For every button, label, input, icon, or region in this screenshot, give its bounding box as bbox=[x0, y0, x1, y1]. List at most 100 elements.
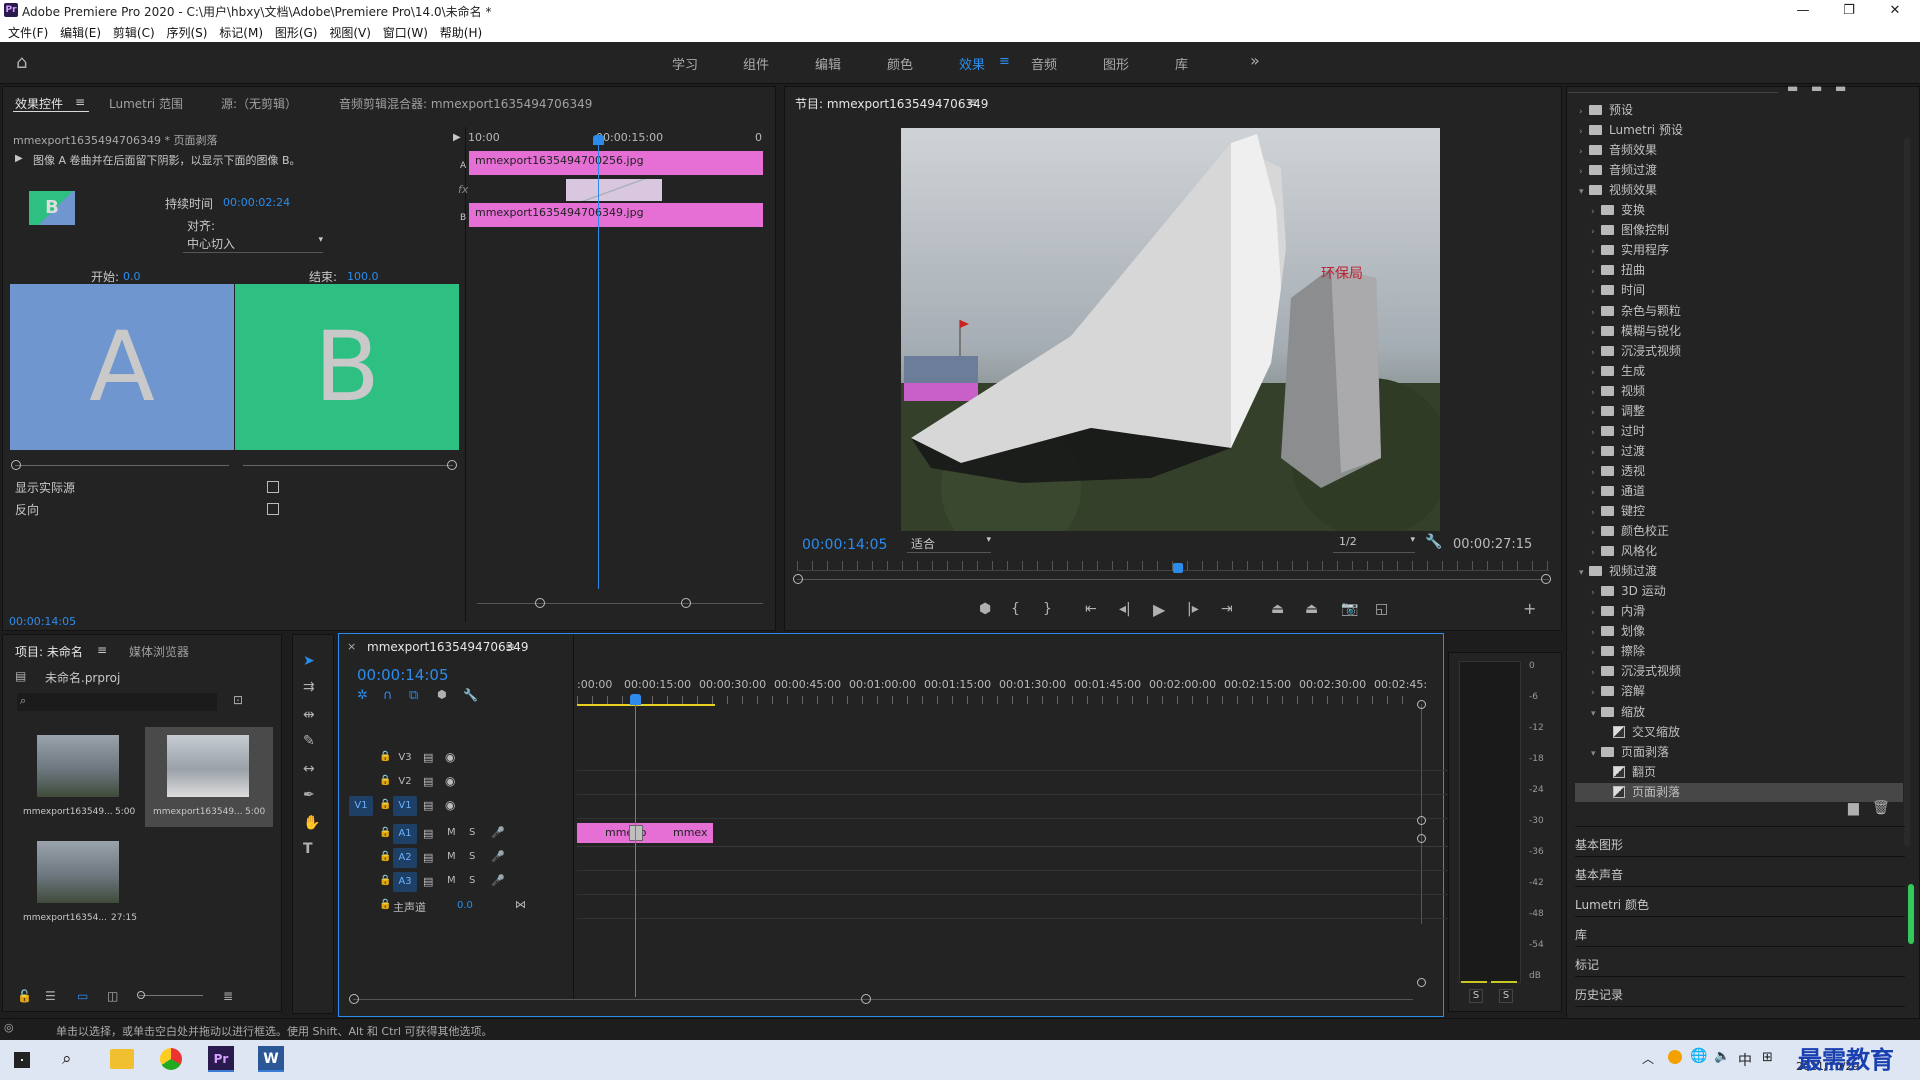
new-bin-search-icon[interactable]: ⊡ bbox=[233, 693, 243, 707]
effects-tree-item[interactable]: › 通道 bbox=[1575, 482, 1903, 501]
track-target-a3[interactable]: A3 bbox=[393, 872, 417, 892]
timeline-playhead[interactable] bbox=[635, 700, 636, 997]
menu-sequence[interactable]: 序列(S) bbox=[158, 22, 207, 41]
thumbnail-size-handle[interactable] bbox=[137, 991, 145, 999]
step-back-icon[interactable]: ◂| bbox=[1119, 601, 1131, 617]
track-target-v3[interactable]: V3 bbox=[393, 748, 417, 768]
chevron-right-icon[interactable]: › bbox=[1591, 328, 1601, 338]
effects-tree-item[interactable]: › 模糊与锐化 bbox=[1575, 322, 1903, 341]
microphone-icon[interactable]: 🎤 bbox=[491, 874, 505, 887]
transition-clip-a[interactable]: mmexport1635494700256.jpg bbox=[469, 151, 763, 175]
chevron-right-icon[interactable]: › bbox=[1591, 448, 1601, 458]
chevron-right-icon[interactable]: › bbox=[1591, 348, 1601, 358]
effects-tree-item[interactable]: › 颜色校正 bbox=[1575, 522, 1903, 541]
chevron-right-icon[interactable]: › bbox=[1591, 508, 1601, 518]
extract-icon[interactable]: ⏏ bbox=[1305, 601, 1318, 617]
sync-lock-icon[interactable]: ▤ bbox=[423, 875, 433, 888]
workspace-graphics[interactable]: 图形 bbox=[1103, 54, 1129, 73]
32bit-effects-icon[interactable]: ▬ bbox=[1811, 81, 1822, 95]
volume-icon[interactable]: 🔈 bbox=[1714, 1049, 1730, 1064]
mute-button[interactable]: M bbox=[447, 875, 456, 886]
toggle-output-eye-icon[interactable]: ◉ bbox=[445, 798, 455, 812]
vertical-zoom-handle[interactable] bbox=[1417, 978, 1426, 987]
solo-button[interactable]: S bbox=[469, 875, 475, 886]
effects-tree-item[interactable]: › 视频 bbox=[1575, 382, 1903, 401]
chevron-right-icon[interactable]: › bbox=[1591, 308, 1601, 318]
mini-zoom-bar[interactable] bbox=[477, 603, 763, 604]
chevron-right-icon[interactable]: › bbox=[1591, 648, 1601, 658]
program-menu-icon[interactable]: ≡ bbox=[967, 95, 977, 109]
project-search-input[interactable]: ⌕ bbox=[17, 693, 217, 711]
add-marker-icon[interactable]: ⬢ bbox=[979, 601, 991, 617]
home-icon[interactable]: ⌂ bbox=[16, 52, 27, 73]
chevron-right-icon[interactable]: › bbox=[1591, 608, 1601, 618]
effects-tree-item[interactable]: ▾ 视频过渡 bbox=[1575, 562, 1903, 581]
chevron-right-icon[interactable]: › bbox=[1591, 668, 1601, 678]
comparison-view-icon[interactable]: ◱ bbox=[1375, 601, 1388, 617]
program-video-frame[interactable]: 环保局 bbox=[901, 128, 1440, 531]
effects-tree-item[interactable]: › 杂色与颗粒 bbox=[1575, 302, 1903, 321]
minimize-button[interactable]: — bbox=[1780, 0, 1826, 22]
ime-indicator[interactable]: 中 bbox=[1738, 1050, 1752, 1070]
chevron-right-icon[interactable]: › bbox=[1579, 147, 1589, 157]
effects-tree-item[interactable]: 交叉缩放 bbox=[1575, 723, 1903, 742]
vertical-zoom-handle[interactable] bbox=[1417, 816, 1426, 825]
more-workspaces-icon[interactable]: » bbox=[1250, 51, 1260, 70]
file-explorer-icon[interactable] bbox=[110, 1049, 134, 1069]
export-frame-icon[interactable]: 📷 bbox=[1341, 601, 1358, 617]
program-timecode[interactable]: 00:00:14:05 bbox=[802, 537, 887, 553]
section-libraries[interactable]: 库 bbox=[1575, 916, 1905, 946]
chevron-right-icon[interactable]: › bbox=[1591, 688, 1601, 698]
pen-tool-icon[interactable]: ✒ bbox=[303, 787, 315, 803]
workspace-assembly[interactable]: 组件 bbox=[743, 54, 769, 73]
chevron-right-icon[interactable]: › bbox=[1591, 528, 1601, 538]
go-to-end-icon[interactable]: ⋈ bbox=[515, 898, 526, 911]
chevron-right-icon[interactable]: › bbox=[1591, 207, 1601, 217]
effects-tree-item[interactable]: › 调整 bbox=[1575, 402, 1903, 421]
chevron-right-icon[interactable]: › bbox=[1579, 167, 1589, 177]
master-volume-value[interactable]: 0.0 bbox=[457, 900, 473, 911]
workspace-menu-icon[interactable]: ≡ bbox=[999, 54, 1010, 69]
effects-tree-item[interactable]: › 过时 bbox=[1575, 422, 1903, 441]
mark-in-icon[interactable]: { bbox=[1011, 601, 1020, 617]
track-select-tool-icon[interactable]: ⇉ bbox=[303, 679, 315, 695]
menu-view[interactable]: 视图(V) bbox=[321, 22, 371, 41]
mark-out-icon[interactable]: } bbox=[1043, 601, 1052, 617]
delete-icon[interactable]: 🗑 bbox=[1872, 800, 1890, 816]
reverse-checkbox[interactable] bbox=[267, 503, 279, 515]
effects-tree-item[interactable]: › 内滑 bbox=[1575, 602, 1903, 621]
chevron-right-icon[interactable]: › bbox=[1591, 628, 1601, 638]
workspace-color[interactable]: 颜色 bbox=[887, 54, 913, 73]
section-markers[interactable]: 标记 bbox=[1575, 946, 1905, 976]
chevron-right-icon[interactable]: › bbox=[1591, 588, 1601, 598]
vertical-zoom-handle[interactable] bbox=[1417, 834, 1426, 843]
lock-track-icon[interactable]: 🔒 bbox=[379, 899, 391, 910]
horizontal-zoom-handle-left[interactable] bbox=[349, 994, 359, 1004]
align-dropdown[interactable]: 中心切入 ▾ bbox=[183, 235, 323, 253]
new-folder-icon[interactable]: ▆ bbox=[1848, 800, 1859, 816]
wrench-icon[interactable]: 🔧 bbox=[1425, 534, 1442, 550]
chevron-right-icon[interactable]: › bbox=[1579, 127, 1589, 137]
workspace-audio[interactable]: 音频 bbox=[1031, 54, 1057, 73]
program-zoom-handle-right[interactable] bbox=[1541, 574, 1551, 584]
lock-track-icon[interactable]: 🔒 bbox=[379, 851, 391, 862]
track-target-a1[interactable]: A1 bbox=[393, 824, 417, 844]
mini-zoom-handle-right[interactable] bbox=[681, 598, 691, 608]
effects-tree-item[interactable]: › 风格化 bbox=[1575, 542, 1903, 561]
transition-clip-b[interactable]: mmexport1635494706349.jpg bbox=[469, 203, 763, 227]
effects-tree-item[interactable]: 翻页 bbox=[1575, 763, 1903, 782]
menu-edit[interactable]: 编辑(E) bbox=[52, 22, 101, 41]
sort-icon[interactable]: ≣ bbox=[223, 989, 233, 1003]
icon-view-icon[interactable]: ▭ bbox=[77, 989, 88, 1003]
effects-tree-item[interactable]: ▾ 缩放 bbox=[1575, 703, 1903, 722]
end-slider[interactable] bbox=[243, 465, 453, 466]
sync-lock-icon[interactable]: ▤ bbox=[423, 751, 433, 764]
effects-tree-item[interactable]: › 沉浸式视频 bbox=[1575, 342, 1903, 361]
chevron-right-icon[interactable]: › bbox=[1591, 227, 1601, 237]
start-slider[interactable] bbox=[15, 465, 229, 466]
sync-lock-icon[interactable]: ▤ bbox=[423, 775, 433, 788]
effects-tree-item[interactable]: › 变换 bbox=[1575, 201, 1903, 220]
start-value[interactable]: 0.0 bbox=[123, 270, 141, 283]
end-value[interactable]: 100.0 bbox=[347, 270, 379, 283]
freeform-view-icon[interactable]: ◫ bbox=[107, 989, 118, 1003]
